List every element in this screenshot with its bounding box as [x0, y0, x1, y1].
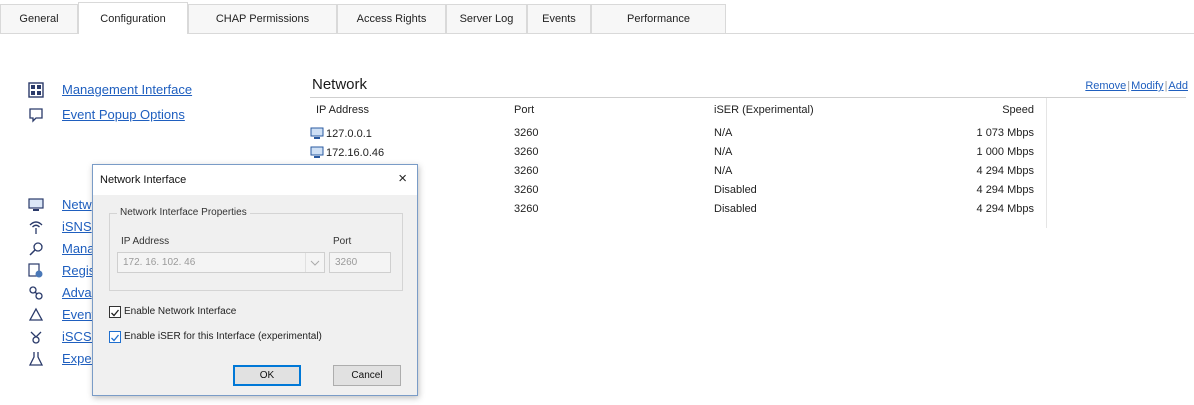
tab-bar: General Configuration CHAP Permissions A…	[0, 0, 1194, 34]
ok-button[interactable]: OK	[233, 365, 301, 386]
advanced-icon	[29, 286, 43, 300]
table-row[interactable]: 127.0.0.1 3260 N/A 1 073 Mbps	[0, 127, 1194, 143]
sidebar-item-label[interactable]: Event	[62, 307, 95, 322]
tab-access-rights[interactable]: Access Rights	[337, 4, 446, 33]
ip-address-label: IP Address	[121, 236, 170, 247]
sidebar-item-label[interactable]: Adva	[62, 285, 92, 300]
popup-window-icon	[29, 108, 43, 123]
sidebar-item-label[interactable]: Event Popup Options	[62, 107, 185, 122]
sidebar-item-label[interactable]: Regis	[62, 263, 95, 278]
flask-icon	[28, 352, 44, 366]
checkbox-box[interactable]	[109, 306, 121, 318]
bell-icon	[28, 307, 44, 321]
groupbox-title: Network Interface Properties	[117, 207, 250, 218]
checkmark-icon	[111, 334, 120, 342]
port-cell: 3260	[514, 165, 539, 177]
remove-link[interactable]: Remove	[1085, 80, 1126, 92]
network-adapter-icon	[310, 146, 324, 158]
sidebar-item-label[interactable]: iSNS	[62, 219, 92, 234]
checkbox-box[interactable]	[109, 331, 121, 343]
ip-cell: 127.0.0.1	[310, 127, 372, 140]
port-label: Port	[333, 236, 352, 247]
checkbox-label[interactable]: Enable Network Interface	[124, 306, 236, 317]
key-icon	[29, 242, 43, 256]
tab-performance[interactable]: Performance	[591, 4, 726, 33]
network-interface-dialog: Network Interface × Network Interface Pr…	[92, 164, 418, 396]
dialog-title: Network Interface	[100, 174, 187, 186]
ip-value: 172.16.0.46	[326, 147, 385, 159]
iser-cell: Disabled	[714, 184, 757, 196]
sidebar-item-label[interactable]: Exper	[62, 351, 96, 366]
port-cell: 3260	[514, 127, 539, 139]
column-header-iser[interactable]: iSER (Experimental)	[714, 104, 814, 116]
speed-cell: 1 000 Mbps	[976, 146, 1034, 158]
port-cell: 3260	[514, 203, 539, 215]
checkmark-icon	[111, 309, 120, 317]
speed-cell: 1 073 Mbps	[976, 127, 1034, 139]
ip-address-combobox[interactable]: 172. 16. 102. 46	[117, 252, 325, 273]
column-header-port[interactable]: Port	[514, 104, 534, 116]
sidebar-item-label[interactable]: iSCSI	[62, 329, 95, 344]
wireless-icon	[29, 221, 43, 234]
tab-general[interactable]: General	[0, 4, 78, 33]
add-link[interactable]: Add	[1168, 80, 1188, 92]
port-value: 3260	[335, 257, 358, 268]
port-field[interactable]: 3260	[329, 252, 391, 273]
dialog-titlebar[interactable]: Network Interface ×	[93, 165, 417, 195]
grid-icon	[28, 82, 44, 98]
iser-cell: N/A	[714, 127, 733, 139]
checkbox-label[interactable]: Enable iSER for this Interface (experime…	[124, 331, 322, 342]
tab-configuration[interactable]: Configuration	[78, 2, 188, 34]
tab-server-log[interactable]: Server Log	[446, 4, 527, 33]
table-top-border	[310, 97, 1186, 98]
port-cell: 3260	[514, 146, 539, 158]
tab-chap-permissions[interactable]: CHAP Permissions	[188, 4, 337, 33]
table-row[interactable]: 172.16.0.46 3260 N/A 1 000 Mbps	[0, 146, 1194, 162]
speed-cell: 4 294 Mbps	[976, 165, 1034, 177]
network-title: Network	[312, 76, 368, 93]
network-actions: Remove|Modify|Add	[1085, 80, 1188, 92]
chevron-down-icon[interactable]	[305, 253, 324, 272]
sidebar-item-label[interactable]: Management Interface	[62, 82, 192, 97]
network-adapter-icon	[310, 127, 324, 139]
speed-cell: 4 294 Mbps	[976, 203, 1034, 215]
iscsi-icon	[30, 331, 42, 344]
port-cell: 3260	[514, 184, 539, 196]
iser-cell: N/A	[714, 165, 733, 177]
cancel-button[interactable]: Cancel	[333, 365, 401, 386]
iser-cell: N/A	[714, 146, 733, 158]
close-icon[interactable]: ×	[398, 170, 407, 187]
iser-cell: Disabled	[714, 203, 757, 215]
sidebar-item-label[interactable]: Mana	[62, 241, 95, 256]
speed-cell: 4 294 Mbps	[976, 184, 1034, 196]
column-header-speed[interactable]: Speed	[954, 104, 1034, 116]
ip-cell: 172.16.0.46	[310, 146, 384, 159]
ip-address-value: 172. 16. 102. 46	[123, 257, 196, 268]
column-header-ip[interactable]: IP Address	[316, 104, 369, 116]
register-icon	[28, 263, 43, 278]
tab-events[interactable]: Events	[527, 4, 591, 33]
modify-link[interactable]: Modify	[1131, 80, 1163, 92]
ip-value: 127.0.0.1	[326, 128, 372, 140]
